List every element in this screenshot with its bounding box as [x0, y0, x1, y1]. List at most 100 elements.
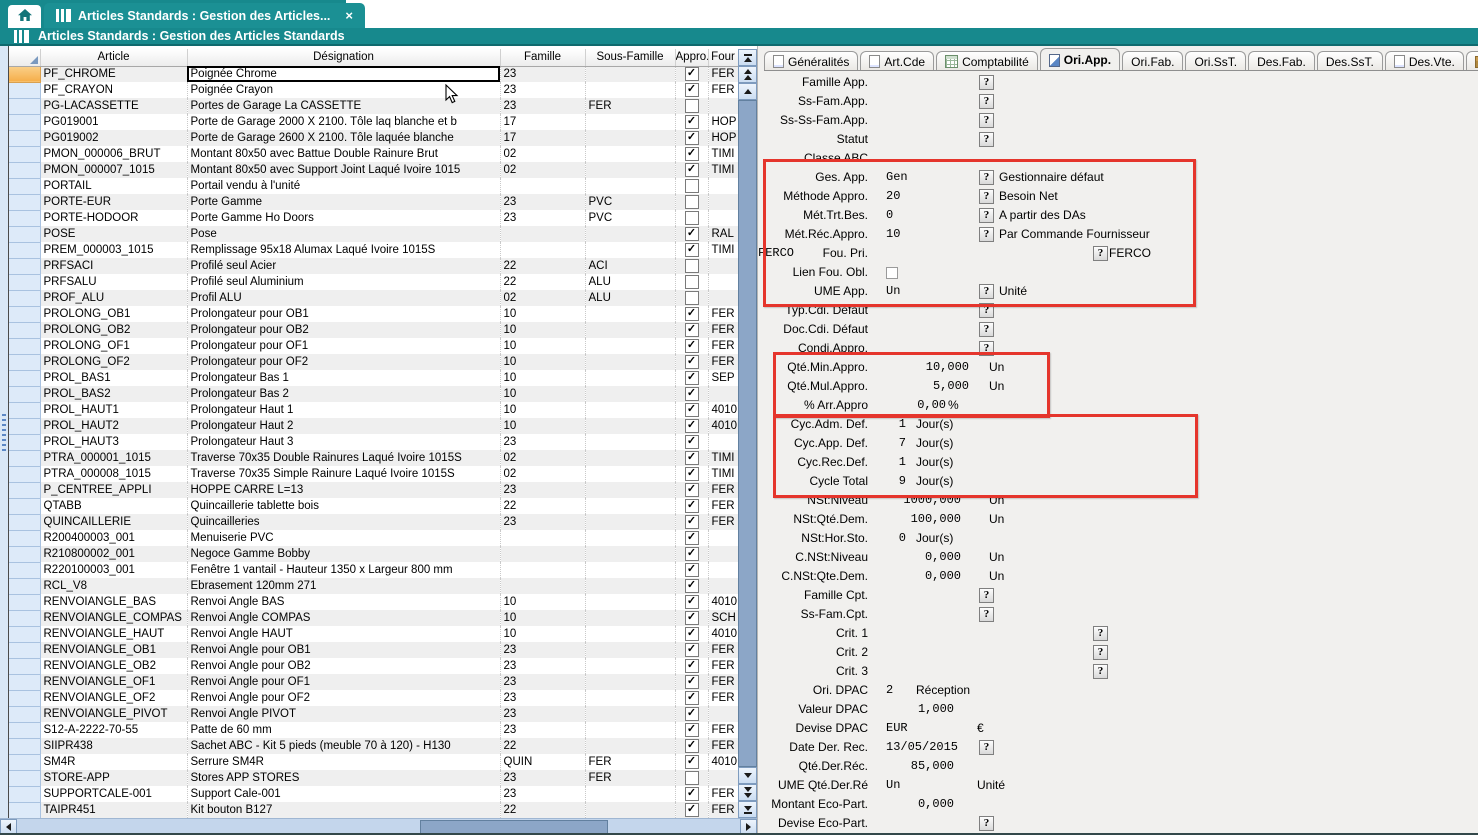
cell-article[interactable]: RENVOIANGLE_COMPAS: [40, 610, 187, 626]
cell-appro[interactable]: ✓: [675, 786, 708, 802]
cell-article[interactable]: PF_CHROME: [40, 66, 187, 82]
cell-sous-famille[interactable]: [585, 498, 675, 514]
cell-fournisseur[interactable]: FER: [708, 82, 738, 98]
cell-famille[interactable]: 02: [500, 290, 585, 306]
appro-checkbox[interactable]: ✓: [685, 387, 699, 401]
cell-fournisseur[interactable]: FER: [708, 786, 738, 802]
horizontal-scrollbar[interactable]: [0, 818, 757, 835]
cell-fournisseur[interactable]: TIMI: [708, 466, 738, 482]
cell-famille[interactable]: 23: [500, 514, 585, 530]
appro-checkbox[interactable]: ✓: [685, 483, 699, 497]
row-selector[interactable]: [9, 466, 40, 482]
cell-appro[interactable]: ✓: [675, 418, 708, 434]
lookup-button[interactable]: ?: [979, 303, 994, 318]
cell-designation[interactable]: Patte de 60 mm: [187, 722, 500, 738]
cell-fournisseur[interactable]: FER: [708, 482, 738, 498]
field-value[interactable]: 5,000: [886, 377, 969, 396]
appro-checkbox[interactable]: ✓: [685, 499, 699, 513]
row-selector[interactable]: [9, 194, 40, 210]
row-selector[interactable]: [9, 418, 40, 434]
cell-designation[interactable]: Profilé seul Aluminium: [187, 274, 500, 290]
cell-article[interactable]: R210800002_001: [40, 546, 187, 562]
cell-appro[interactable]: ✓: [675, 386, 708, 402]
table-row[interactable]: POSE Pose ✓ RAL: [9, 226, 738, 242]
cell-article[interactable]: PROLONG_OF1: [40, 338, 187, 354]
cell-sous-famille[interactable]: [585, 562, 675, 578]
cell-appro[interactable]: ✓: [675, 242, 708, 258]
hscroll-right-button[interactable]: [740, 819, 757, 835]
cell-appro[interactable]: ✓: [675, 514, 708, 530]
lookup-button[interactable]: ?: [979, 132, 994, 147]
cell-designation[interactable]: Negoce Gamme Bobby: [187, 546, 500, 562]
table-row[interactable]: S12-A-2222-70-55 Patte de 60 mm 23 ✓ FER: [9, 722, 738, 738]
appro-checkbox[interactable]: [685, 259, 699, 273]
lookup-button[interactable]: ?: [979, 284, 994, 299]
cell-appro[interactable]: ✓: [675, 802, 708, 818]
cell-fournisseur[interactable]: HOP: [708, 114, 738, 130]
cell-famille[interactable]: 23: [500, 658, 585, 674]
cell-appro[interactable]: ✓: [675, 450, 708, 466]
field-value[interactable]: 100,000: [886, 510, 961, 529]
table-row[interactable]: PMON_000007_1015 Montant 80x50 avec Supp…: [9, 162, 738, 178]
cell-famille[interactable]: 23: [500, 210, 585, 226]
cell-fournisseur[interactable]: [708, 578, 738, 594]
row-selector[interactable]: [9, 498, 40, 514]
cell-designation[interactable]: Menuiserie PVC: [187, 530, 500, 546]
appro-checkbox[interactable]: ✓: [685, 515, 699, 529]
table-row[interactable]: RENVOIANGLE_PIVOT Renvoi Angle PIVOT 23 …: [9, 706, 738, 722]
cell-article[interactable]: TAIPR451: [40, 802, 187, 818]
appro-checkbox[interactable]: ✓: [685, 307, 699, 321]
row-selector[interactable]: [9, 706, 40, 722]
table-row[interactable]: PROLONG_OF1 Prolongateur pour OF1 10 ✓ F…: [9, 338, 738, 354]
cell-sous-famille[interactable]: [585, 306, 675, 322]
cell-article[interactable]: QTABB: [40, 498, 187, 514]
appro-checkbox[interactable]: ✓: [685, 659, 699, 673]
table-row[interactable]: TAIPR451 Kit bouton B127 22 ✓ FER: [9, 802, 738, 818]
cell-sous-famille[interactable]: [585, 786, 675, 802]
table-row[interactable]: SUPPORTCALE-001 Support Cale-001 23 ✓ FE…: [9, 786, 738, 802]
appro-checkbox[interactable]: ✓: [685, 131, 699, 145]
cell-designation[interactable]: Quincaillerie tablette bois: [187, 498, 500, 514]
cell-appro[interactable]: ✓: [675, 322, 708, 338]
cell-appro[interactable]: ✓: [675, 546, 708, 562]
cell-article[interactable]: PORTAIL: [40, 178, 187, 194]
cell-sous-famille[interactable]: [585, 370, 675, 386]
cell-designation[interactable]: Quincailleries: [187, 514, 500, 530]
cell-article[interactable]: PROL_HAUT1: [40, 402, 187, 418]
cell-designation[interactable]: Prolongateur Bas 1: [187, 370, 500, 386]
row-selector[interactable]: [9, 322, 40, 338]
row-selector[interactable]: [9, 162, 40, 178]
vscroll-bottom-button[interactable]: [738, 801, 757, 818]
cell-sous-famille[interactable]: [585, 626, 675, 642]
appro-checkbox[interactable]: ✓: [685, 627, 699, 641]
cell-appro[interactable]: ✓: [675, 642, 708, 658]
cell-famille[interactable]: 23: [500, 194, 585, 210]
appro-checkbox[interactable]: ✓: [685, 643, 699, 657]
cell-famille[interactable]: [500, 226, 585, 242]
cell-designation[interactable]: Portes de Garage La CASSETTE: [187, 98, 500, 114]
cell-designation[interactable]: Prolongateur Haut 1: [187, 402, 500, 418]
cell-designation[interactable]: Prolongateur pour OB1: [187, 306, 500, 322]
field-value[interactable]: 9: [886, 472, 906, 491]
field-value[interactable]: 1000,000: [886, 491, 961, 510]
cell-fournisseur[interactable]: FER: [708, 802, 738, 818]
cell-designation[interactable]: Porte Gamme Ho Doors: [187, 210, 500, 226]
cell-designation[interactable]: Serrure SM4R: [187, 754, 500, 770]
table-row[interactable]: QUINCAILLERIE Quincailleries 23 ✓ FER: [9, 514, 738, 530]
cell-sous-famille[interactable]: ALU: [585, 274, 675, 290]
cell-famille[interactable]: 10: [500, 386, 585, 402]
row-selector[interactable]: [9, 210, 40, 226]
table-row[interactable]: RENVOIANGLE_OB1 Renvoi Angle pour OB1 23…: [9, 642, 738, 658]
cell-article[interactable]: RENVOIANGLE_OF1: [40, 674, 187, 690]
cell-sous-famille[interactable]: [585, 450, 675, 466]
row-selector[interactable]: [9, 370, 40, 386]
row-selector[interactable]: [9, 290, 40, 306]
table-row[interactable]: P_CENTREE_APPLI HOPPE CARRE L=13 23 ✓ FE…: [9, 482, 738, 498]
cell-designation[interactable]: Support Cale-001: [187, 786, 500, 802]
cell-sous-famille[interactable]: [585, 610, 675, 626]
row-selector[interactable]: [9, 738, 40, 754]
cell-famille[interactable]: 02: [500, 162, 585, 178]
cell-fournisseur[interactable]: [708, 386, 738, 402]
cell-designation[interactable]: Traverse 70x35 Double Rainures Laqué Ivo…: [187, 450, 500, 466]
cell-article[interactable]: PROLONG_OB2: [40, 322, 187, 338]
